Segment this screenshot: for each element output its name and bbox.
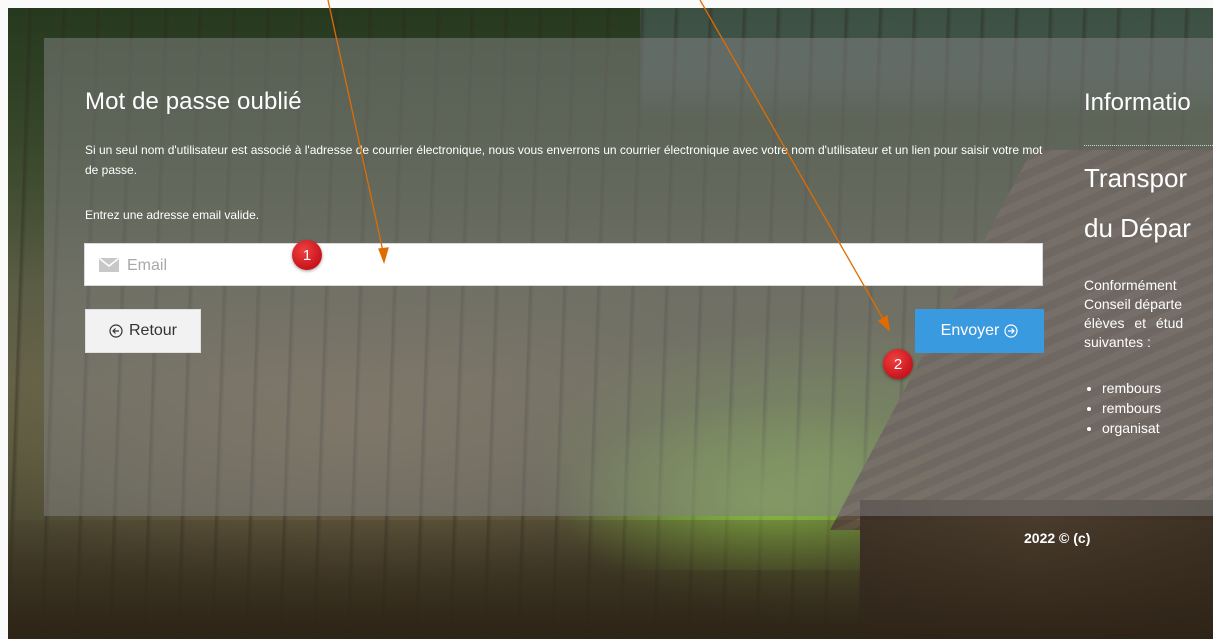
arrow-left-circle-icon [109, 324, 123, 338]
info-list: rembours rembours organisat [1084, 378, 1213, 438]
info-divider [1084, 145, 1213, 146]
back-button[interactable]: Retour [85, 309, 201, 353]
description-text: Si un seul nom d'utilisateur est associé… [85, 143, 1043, 177]
frame-left [0, 0, 8, 639]
list-item: organisat [1102, 418, 1213, 438]
info-paragraph-line: élèves et étud [1084, 315, 1184, 331]
info-paragraph-line: Conformément [1084, 277, 1177, 293]
annotation-badge-1: 1 [292, 240, 322, 270]
annotation-badge-2: 2 [883, 349, 913, 379]
info-title: Informatio [1084, 89, 1191, 116]
page-title: Mot de passe oublié [85, 88, 302, 115]
email-field[interactable] [84, 243, 1043, 287]
info-subtitle-line2: du Dépar [1084, 213, 1191, 243]
forgot-password-section: Mot de passe oublié Si un seul nom d'uti… [85, 88, 1045, 222]
back-button-label: Retour [128, 322, 178, 339]
email-input[interactable] [125, 244, 1029, 287]
footer-copyright: 2022 © (c) [1024, 530, 1091, 546]
info-subtitle-line1: Transpor [1084, 163, 1188, 193]
email-hint: Entrez une adresse email valide. [85, 208, 260, 222]
arrow-right-circle-icon [1004, 324, 1018, 338]
envelope-icon [99, 258, 119, 272]
info-paragraph-line: Conseil départe [1084, 296, 1183, 312]
send-button[interactable]: Envoyer [915, 309, 1044, 353]
frame-top [0, 0, 1213, 8]
info-paragraph: Conformément Conseil départe élèves et é… [1084, 276, 1213, 352]
send-button-label: Envoyer [940, 322, 1000, 339]
list-item: rembours [1102, 398, 1213, 418]
list-item: rembours [1102, 378, 1213, 398]
info-paragraph-line: suivantes : [1084, 334, 1151, 350]
